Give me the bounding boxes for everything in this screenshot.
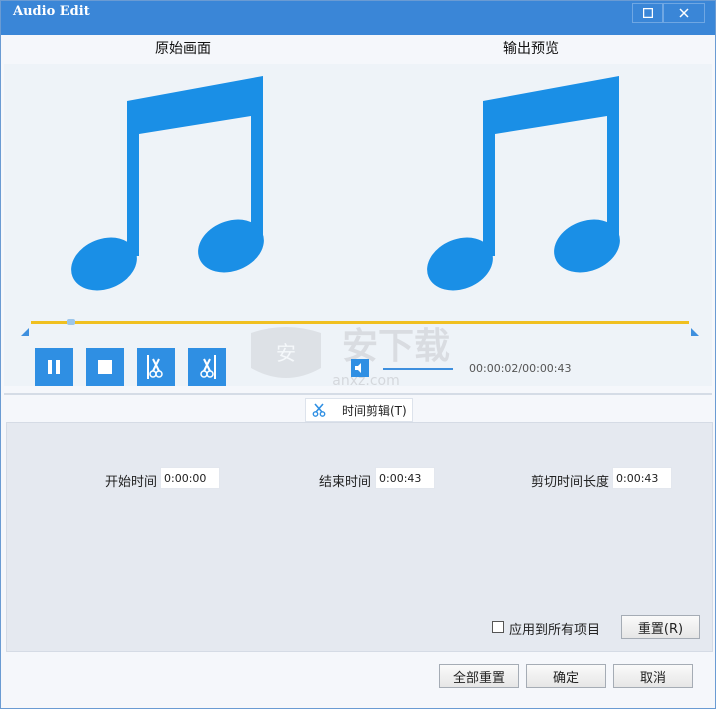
cancel-button[interactable]: 取消 <box>613 664 693 688</box>
playhead[interactable] <box>67 319 75 325</box>
set-end-cut-button[interactable] <box>188 348 226 386</box>
stop-icon <box>98 360 112 374</box>
svg-text:安: 安 <box>276 341 296 365</box>
trim-length-input[interactable]: 0:00:43 <box>612 467 672 489</box>
pause-button[interactable] <box>35 348 73 386</box>
end-time-input[interactable]: 0:00:43 <box>375 467 435 489</box>
start-time-label: 开始时间 <box>105 475 158 490</box>
apply-all-label[interactable]: 应用到所有项目 <box>509 619 600 638</box>
end-time-label: 结束时间 <box>319 475 372 490</box>
close-icon <box>679 8 689 18</box>
tab-time-trim[interactable]: 时间剪辑(T) <box>305 398 413 422</box>
reset-all-button[interactable]: 全部重置 <box>439 664 519 688</box>
maximize-icon <box>642 8 653 18</box>
end-marker[interactable] <box>691 328 699 336</box>
volume-slider[interactable] <box>383 368 453 370</box>
title-bar[interactable]: Audio Edit <box>1 1 715 35</box>
output-preview-header: 输出预览 <box>503 41 559 57</box>
watermark-logo: 安 安下载 anxz.com <box>251 326 450 389</box>
pause-icon <box>48 360 60 374</box>
audio-edit-window: Audio Edit 原始画面 输出预览 安 安下载 anxz.com 00:0… <box>0 0 716 709</box>
maximize-button[interactable] <box>632 3 663 23</box>
reset-button[interactable]: 重置(R) <box>621 615 700 639</box>
time-trim-panel <box>6 422 713 652</box>
cut-start-icon <box>147 355 163 379</box>
music-note-output-icon <box>427 76 620 291</box>
scissors-icon <box>312 403 326 417</box>
set-start-cut-button[interactable] <box>137 348 175 386</box>
trim-length-label: 剪切时间长度 <box>531 475 610 490</box>
original-view-header: 原始画面 <box>155 41 211 57</box>
close-button[interactable] <box>663 3 705 23</box>
apply-all-checkbox[interactable] <box>492 621 504 633</box>
time-display: 00:00:02/00:00:43 <box>469 362 572 375</box>
volume-icon <box>355 363 361 373</box>
music-note-icon <box>71 76 264 291</box>
section-divider <box>4 393 712 395</box>
window-title: Audio Edit <box>13 4 90 19</box>
tab-label: 时间剪辑(T) <box>342 403 407 418</box>
start-time-input[interactable]: 0:00:00 <box>160 467 220 489</box>
cut-end-icon <box>200 355 216 379</box>
volume-button[interactable] <box>351 359 369 377</box>
ok-button[interactable]: 确定 <box>526 664 606 688</box>
stop-button[interactable] <box>86 348 124 386</box>
start-marker[interactable] <box>21 328 29 336</box>
